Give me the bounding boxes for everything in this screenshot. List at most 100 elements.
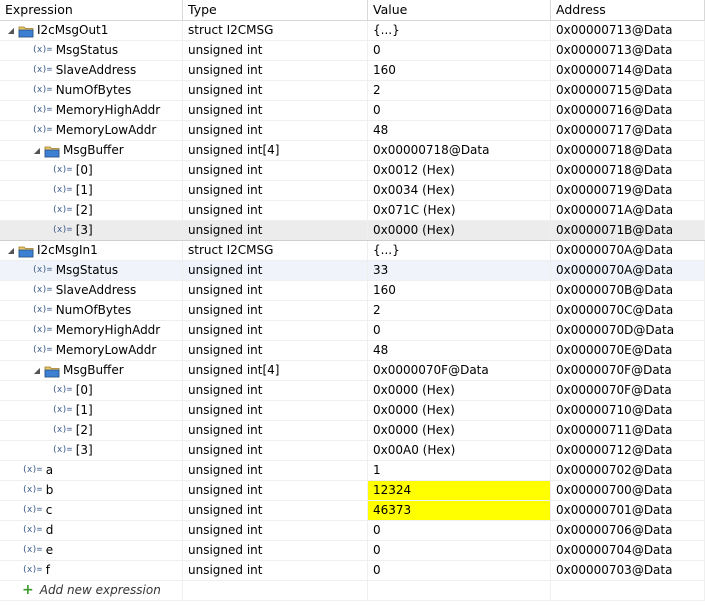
value-cell[interactable]: 12324 <box>368 481 551 500</box>
table-row[interactable]: ◢ I2cMsgIn1 struct I2CMSG {...} 0x0000070A@D… <box>0 241 705 261</box>
table-row[interactable]: ◢ MsgBuffer unsigned int[4] 0x0000070F@Data… <box>0 361 705 381</box>
expression-cell[interactable]: (x)= SlaveAddress <box>0 281 183 300</box>
table-row[interactable]: (x)= MsgStatus unsigned int 0 0x00000713@Dat… <box>0 41 705 61</box>
table-row[interactable]: (x)= [1] unsigned int 0x0034 (Hex) 0x0000071… <box>0 181 705 201</box>
table-row[interactable]: (x)= f unsigned int 0 0x00000703@Data <box>0 561 705 581</box>
column-header-address[interactable]: Address <box>551 0 705 20</box>
expression-cell[interactable]: ◢ I2cMsgIn1 <box>0 241 183 260</box>
table-row[interactable]: (x)= [2] unsigned int 0x0000 (Hex) 0x0000071… <box>0 421 705 441</box>
table-row[interactable]: ◢ I2cMsgOut1 struct I2CMSG {...} 0x00000713@… <box>0 21 705 41</box>
table-row[interactable]: (x)= MemoryLowAddr unsigned int 48 0x0000071… <box>0 121 705 141</box>
value-cell[interactable]: 0x0000 (Hex) <box>368 381 551 400</box>
table-row[interactable]: (x)= [3] unsigned int 0x00A0 (Hex) 0x0000071… <box>0 441 705 461</box>
table-row[interactable]: (x)= SlaveAddress unsigned int 160 0x0000071… <box>0 61 705 81</box>
value-cell[interactable]: 2 <box>368 81 551 100</box>
table-row[interactable]: (x)= MemoryHighAddr unsigned int 0 0x0000071… <box>0 101 705 121</box>
expression-cell[interactable]: (x)= [0] <box>0 161 183 180</box>
value-cell[interactable]: {...} <box>368 21 551 40</box>
table-row[interactable]: (x)= a unsigned int 1 0x00000702@Data <box>0 461 705 481</box>
value-cell[interactable]: 160 <box>368 281 551 300</box>
expression-cell[interactable]: (x)= MsgStatus <box>0 261 183 280</box>
value-cell[interactable]: 0 <box>368 541 551 560</box>
expression-cell[interactable]: (x)= MemoryLowAddr <box>0 121 183 140</box>
expand-toggle-icon[interactable]: ◢ <box>6 21 16 40</box>
expression-cell[interactable]: ◢ I2cMsgOut1 <box>0 21 183 40</box>
add-expression-row[interactable]: + Add new expression <box>0 581 705 601</box>
value-cell[interactable]: 33 <box>368 261 551 280</box>
table-row[interactable]: (x)= [0] unsigned int 0x0000 (Hex) 0x0000070… <box>0 381 705 401</box>
value-cell[interactable]: 0 <box>368 521 551 540</box>
value-cell[interactable]: 2 <box>368 301 551 320</box>
expression-label: f <box>45 563 50 577</box>
expression-cell[interactable]: (x)= MemoryLowAddr <box>0 341 183 360</box>
table-row[interactable]: (x)= [2] unsigned int 0x071C (Hex) 0x0000071… <box>0 201 705 221</box>
expression-cell[interactable]: (x)= NumOfBytes <box>0 301 183 320</box>
expression-cell[interactable]: (x)= d <box>0 521 183 540</box>
value-cell[interactable]: 0 <box>368 321 551 340</box>
value-cell[interactable]: 0x0000070F@Data <box>368 361 551 380</box>
expand-toggle-icon[interactable]: ◢ <box>6 241 16 260</box>
value-cell[interactable]: 0x0000 (Hex) <box>368 401 551 420</box>
table-row[interactable]: (x)= MsgStatus unsigned int 33 0x0000070A@Da… <box>0 261 705 281</box>
value-cell[interactable]: {...} <box>368 241 551 260</box>
value-cell[interactable]: 0x0000 (Hex) <box>368 421 551 440</box>
expression-cell[interactable]: (x)= [3] <box>0 441 183 460</box>
value-cell[interactable]: 0 <box>368 101 551 120</box>
value-cell[interactable]: 0x00A0 (Hex) <box>368 441 551 460</box>
table-row[interactable]: (x)= d unsigned int 0 0x00000706@Data <box>0 521 705 541</box>
expand-toggle-icon[interactable]: ◢ <box>32 141 42 160</box>
table-row[interactable]: (x)= e unsigned int 0 0x00000704@Data <box>0 541 705 561</box>
table-row[interactable]: (x)= [1] unsigned int 0x0000 (Hex) 0x0000071… <box>0 401 705 421</box>
expression-cell[interactable]: (x)= c <box>0 501 183 520</box>
table-row[interactable]: (x)= b unsigned int 12324 0x00000700@Data <box>0 481 705 501</box>
table-row[interactable]: (x)= [0] unsigned int 0x0012 (Hex) 0x0000071… <box>0 161 705 181</box>
value-cell[interactable]: 0x071C (Hex) <box>368 201 551 220</box>
expression-cell[interactable]: (x)= [0] <box>0 381 183 400</box>
expression-cell[interactable]: (x)= MemoryHighAddr <box>0 321 183 340</box>
expression-cell[interactable]: (x)= b <box>0 481 183 500</box>
expression-label: MemoryHighAddr <box>55 103 161 117</box>
expression-cell[interactable]: (x)= [2] <box>0 421 183 440</box>
expression-cell[interactable]: (x)= a <box>0 461 183 480</box>
expand-toggle-icon[interactable]: ◢ <box>32 361 42 380</box>
expression-cell[interactable]: (x)= [2] <box>0 201 183 220</box>
expression-cell[interactable]: (x)= [1] <box>0 401 183 420</box>
expression-cell[interactable]: (x)= NumOfBytes <box>0 81 183 100</box>
expression-cell[interactable]: (x)= SlaveAddress <box>0 61 183 80</box>
table-row[interactable]: (x)= c unsigned int 46373 0x00000701@Data <box>0 501 705 521</box>
value-cell[interactable]: 160 <box>368 61 551 80</box>
value-cell[interactable]: 1 <box>368 461 551 480</box>
table-row[interactable]: (x)= SlaveAddress unsigned int 160 0x0000070… <box>0 281 705 301</box>
value-cell[interactable]: 0x0000 (Hex) <box>368 221 551 240</box>
value-cell[interactable]: 0 <box>368 41 551 60</box>
column-header-expression[interactable]: Expression <box>0 0 183 20</box>
expression-cell[interactable]: (x)= [1] <box>0 181 183 200</box>
expression-label: SlaveAddress <box>55 63 137 77</box>
table-row[interactable]: ◢ MsgBuffer unsigned int[4] 0x00000718@Data… <box>0 141 705 161</box>
expression-cell[interactable]: ◢ MsgBuffer <box>0 141 183 160</box>
expression-cell[interactable]: (x)= MemoryHighAddr <box>0 101 183 120</box>
table-row[interactable]: (x)= MemoryHighAddr unsigned int 0 0x0000070… <box>0 321 705 341</box>
add-expression-label[interactable]: Add new expression <box>40 581 161 600</box>
expression-cell[interactable]: (x)= [3] <box>0 221 183 240</box>
expression-cell[interactable]: (x)= e <box>0 541 183 560</box>
value-cell[interactable]: 0x0012 (Hex) <box>368 161 551 180</box>
table-row[interactable]: (x)= NumOfBytes unsigned int 2 0x00000715@Da… <box>0 81 705 101</box>
value-cell[interactable]: 48 <box>368 341 551 360</box>
table-row[interactable]: (x)= [3] unsigned int 0x0000 (Hex) 0x0000071… <box>0 221 705 241</box>
expression-label: d <box>45 523 54 537</box>
type-cell: unsigned int <box>183 541 368 560</box>
column-header-value[interactable]: Value <box>368 0 551 20</box>
expression-cell[interactable]: ◢ MsgBuffer <box>0 361 183 380</box>
table-row[interactable]: (x)= MemoryLowAddr unsigned int 48 0x0000070… <box>0 341 705 361</box>
value-cell[interactable]: 0 <box>368 561 551 580</box>
expression-cell[interactable]: (x)= MsgStatus <box>0 41 183 60</box>
address-cell: 0x0000070C@Data <box>551 301 705 320</box>
expression-cell[interactable]: (x)= f <box>0 561 183 580</box>
value-cell[interactable]: 48 <box>368 121 551 140</box>
value-cell[interactable]: 0x0034 (Hex) <box>368 181 551 200</box>
value-cell[interactable]: 0x00000718@Data <box>368 141 551 160</box>
table-row[interactable]: (x)= NumOfBytes unsigned int 2 0x0000070C@Da… <box>0 301 705 321</box>
value-cell[interactable]: 46373 <box>368 501 551 520</box>
column-header-type[interactable]: Type <box>183 0 368 20</box>
